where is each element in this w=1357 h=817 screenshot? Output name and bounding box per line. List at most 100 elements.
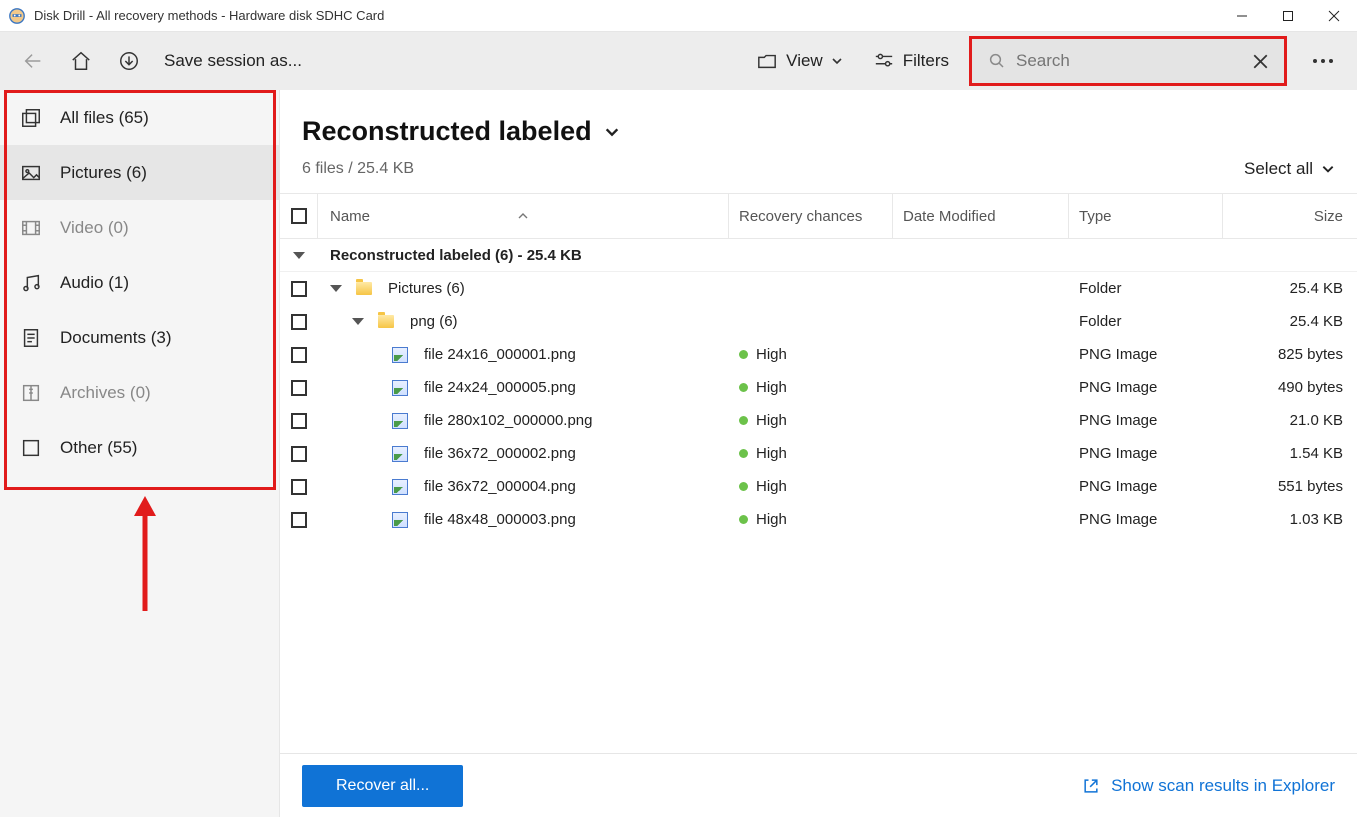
show-in-explorer-link[interactable]: Show scan results in Explorer [1081, 776, 1335, 796]
more-menu-button[interactable] [1303, 41, 1343, 81]
recover-all-button[interactable]: Recover all... [302, 765, 463, 807]
picture-icon [20, 162, 42, 184]
table-row[interactable]: file 48x48_000003.pngHighPNG Image1.03 K… [280, 503, 1357, 536]
chevron-down-icon [1321, 162, 1335, 176]
table-row[interactable]: file 24x16_000001.png High PNG Image 825 by… [280, 338, 1357, 371]
file-name: file 48x48_000003.png [424, 511, 576, 528]
type-label: PNG Image [1079, 445, 1157, 462]
file-name: file 36x72_000002.png [424, 445, 576, 462]
header-checkbox-cell[interactable] [280, 194, 318, 238]
table-row[interactable]: Pictures (6)Folder25.4 KB [280, 272, 1357, 305]
sidebar-item-audio[interactable]: Audio (1) [0, 255, 279, 310]
recovery-label: High [756, 379, 787, 396]
sidebar-item-other[interactable]: Other (55) [0, 420, 279, 475]
column-type[interactable]: Type [1069, 194, 1223, 238]
sidebar-item-label: Pictures (6) [60, 163, 147, 183]
status-dot-icon [739, 350, 748, 359]
search-input[interactable] [1016, 51, 1243, 71]
caret-down-icon[interactable] [293, 252, 305, 259]
footer: Recover all... Show scan results in Expl… [280, 753, 1357, 817]
sidebar-item-label: Archives (0) [60, 383, 151, 403]
sidebar-item-label: Video (0) [60, 218, 129, 238]
group-header-row[interactable]: Reconstructed labeled (6) - 25.4 KB [280, 239, 1357, 272]
size-label: 25.4 KB [1290, 313, 1343, 330]
table-row[interactable]: file 280x102_000000.pngHighPNG Image21.0… [280, 404, 1357, 437]
window-title: Disk Drill - All recovery methods - Hard… [34, 8, 384, 23]
type-label: PNG Image [1079, 412, 1157, 429]
size-label: 25.4 KB [1290, 280, 1343, 297]
checkbox[interactable] [291, 347, 307, 363]
column-size[interactable]: Size [1223, 194, 1357, 238]
size-label: 1.54 KB [1290, 445, 1343, 462]
sidebar-item-video[interactable]: Video (0) [0, 200, 279, 255]
group-label: Reconstructed labeled (6) - 25.4 KB [330, 247, 582, 264]
caret-down-icon[interactable] [330, 285, 342, 292]
column-recovery[interactable]: Recovery chances [729, 194, 893, 238]
column-name[interactable]: Name [318, 194, 729, 238]
filters-label: Filters [903, 51, 949, 71]
sidebar-item-label: All files (65) [60, 108, 149, 128]
type-label: PNG Image [1079, 379, 1157, 396]
sidebar-item-pictures[interactable]: Pictures (6) [0, 145, 279, 200]
image-file-icon [392, 479, 408, 495]
close-button[interactable] [1311, 0, 1357, 32]
home-button[interactable] [62, 42, 100, 80]
size-label: 551 bytes [1278, 478, 1343, 495]
file-name: file 280x102_000000.png [424, 412, 593, 429]
select-all-dropdown[interactable]: Select all [1244, 159, 1335, 179]
sidebar-item-all-files[interactable]: All files (65) [0, 90, 279, 145]
folder-open-icon [756, 51, 778, 71]
checkbox[interactable] [291, 380, 307, 396]
explorer-link-label: Show scan results in Explorer [1111, 776, 1335, 796]
search-box[interactable] [969, 36, 1287, 86]
checkbox[interactable] [291, 208, 307, 224]
checkbox[interactable] [291, 446, 307, 462]
status-dot-icon [739, 482, 748, 491]
sidebar-item-archives[interactable]: Archives (0) [0, 365, 279, 420]
music-icon [20, 272, 42, 294]
sidebar: All files (65) Pictures (6) Video (0) Au… [0, 90, 280, 817]
page-title: Reconstructed labeled [302, 116, 592, 147]
caret-down-icon[interactable] [352, 318, 364, 325]
maximize-button[interactable] [1265, 0, 1311, 32]
checkbox[interactable] [291, 281, 307, 297]
page-title-dropdown[interactable]: Reconstructed labeled [302, 116, 620, 147]
document-icon [20, 327, 42, 349]
size-label: 825 bytes [1278, 346, 1343, 363]
minimize-button[interactable] [1219, 0, 1265, 32]
table-row[interactable]: file 24x24_000005.pngHighPNG Image490 by… [280, 371, 1357, 404]
filters-button[interactable]: Filters [863, 41, 959, 81]
recovery-label: High [756, 346, 787, 363]
stack-icon [20, 107, 42, 129]
view-dropdown[interactable]: View [746, 41, 853, 81]
folder-icon [378, 315, 394, 328]
back-button[interactable] [14, 42, 52, 80]
status-dot-icon [739, 449, 748, 458]
image-file-icon [392, 347, 408, 363]
download-button[interactable] [110, 42, 148, 80]
checkbox[interactable] [291, 413, 307, 429]
titlebar: Disk Drill - All recovery methods - Hard… [0, 0, 1357, 32]
image-file-icon [392, 413, 408, 429]
checkbox[interactable] [291, 314, 307, 330]
column-date[interactable]: Date Modified [893, 194, 1069, 238]
file-name: file 24x16_000001.png [424, 346, 576, 363]
film-icon [20, 217, 42, 239]
sidebar-item-documents[interactable]: Documents (3) [0, 310, 279, 365]
image-file-icon [392, 512, 408, 528]
file-name: file 24x24_000005.png [424, 379, 576, 396]
toolbar: Save session as... View Filters [0, 32, 1357, 90]
sort-asc-icon [517, 211, 529, 221]
checkbox[interactable] [291, 512, 307, 528]
checkbox[interactable] [291, 479, 307, 495]
table-row[interactable]: file 36x72_000002.png High PNG Image 1.54 K… [280, 437, 1357, 470]
save-session-label[interactable]: Save session as... [164, 51, 302, 71]
archive-icon [20, 382, 42, 404]
clear-search-icon[interactable] [1253, 54, 1268, 69]
status-dot-icon [739, 515, 748, 524]
recovery-label: High [756, 445, 787, 462]
folder-icon [356, 282, 372, 295]
type-label: PNG Image [1079, 346, 1157, 363]
table-row[interactable]: file 36x72_000004.pngHighPNG Image551 by… [280, 470, 1357, 503]
table-row[interactable]: png (6)Folder25.4 KB [280, 305, 1357, 338]
